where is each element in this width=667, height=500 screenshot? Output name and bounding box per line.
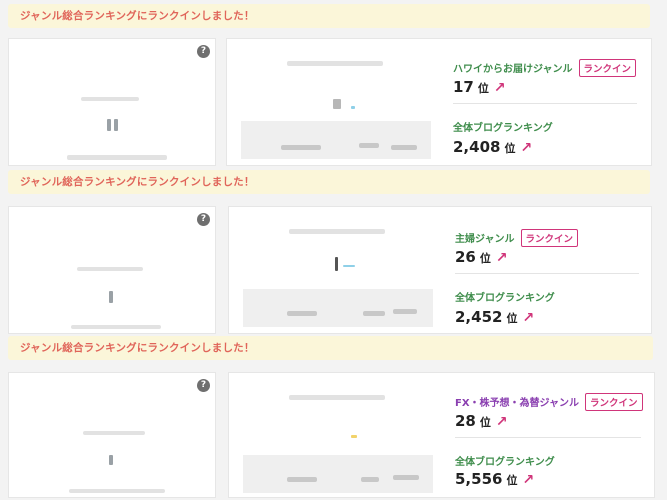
genre-row: 主婦ジャンル ランクイン xyxy=(455,227,579,247)
blurred-caption xyxy=(71,325,161,329)
blog-thumbnail-card[interactable]: ? xyxy=(8,372,216,498)
help-icon[interactable]: ? xyxy=(197,45,210,58)
rank-in-banner: ジャンル総合ランキングにランクインしました！ xyxy=(8,336,653,360)
graph-blob xyxy=(361,477,379,482)
overall-ranking-label[interactable]: 全体ブログランキング xyxy=(453,119,553,134)
rank-unit: 位 xyxy=(506,312,518,325)
ranking-card: 主婦ジャンル ランクイン 26 位 ↗ 全体ブログランキング 2,452 位 ↗ xyxy=(228,206,652,334)
graph-blob xyxy=(287,477,317,482)
blurred-figure xyxy=(107,289,119,305)
genre-row: ハワイからお届けジャンル ランクイン xyxy=(453,57,637,77)
banner-text: ジャンル総合ランキングにランクインしました！ xyxy=(20,10,255,22)
ranking-card: ハワイからお届けジャンル ランクイン 17 位 ↗ 全体ブログランキング 2,408 位… xyxy=(226,38,652,166)
blurred-graph-title xyxy=(287,61,383,66)
overall-rank: 5,556 位 ↗ xyxy=(455,469,534,488)
genre-rank: 28 位 ↗ xyxy=(455,411,508,430)
genre-rank-number: 26 xyxy=(455,248,476,266)
rank-in-banner: ジャンル総合ランキングにランクインしました！ xyxy=(8,170,650,194)
overall-rank: 2,452 位 ↗ xyxy=(455,307,534,326)
blurred-caption xyxy=(69,489,165,493)
genre-rank: 17 位 ↗ xyxy=(453,77,506,96)
ranking-info: ハワイからお届けジャンル ランクイン 17 位 ↗ 全体ブログランキング 2,408 位… xyxy=(453,39,645,165)
blurred-graph-title xyxy=(289,229,385,234)
ranking-graph[interactable] xyxy=(243,221,433,327)
banner-text: ジャンル総合ランキングにランクインしました！ xyxy=(20,342,255,354)
overall-ranking-label[interactable]: 全体ブログランキング xyxy=(455,289,555,304)
ranking-info: 主婦ジャンル ランクイン 26 位 ↗ 全体ブログランキング 2,452 位 ↗ xyxy=(455,207,645,333)
blurred-title xyxy=(83,431,145,435)
graph-marker xyxy=(333,99,341,109)
genre-name[interactable]: FX・株予想・為替ジャンル xyxy=(455,398,579,409)
graph-area xyxy=(243,289,433,327)
graph-point xyxy=(343,265,355,267)
genre-rank: 26 位 ↗ xyxy=(455,247,508,266)
rank-in-banner: ジャンル総合ランキングにランクインしました！ xyxy=(8,4,650,28)
genre-name[interactable]: 主婦ジャンル xyxy=(455,234,515,245)
rank-unit: 位 xyxy=(504,142,516,155)
blurred-title xyxy=(81,97,139,101)
help-icon[interactable]: ? xyxy=(197,379,210,392)
ranking-graph[interactable] xyxy=(243,387,433,493)
graph-point xyxy=(351,435,357,438)
graph-area xyxy=(243,455,433,493)
banner-text: ジャンル総合ランキングにランクインしました！ xyxy=(20,176,255,188)
graph-blob xyxy=(281,145,321,150)
genre-rank-number: 28 xyxy=(455,412,476,430)
arrow-up-right-icon: ↗ xyxy=(493,80,506,96)
genre-name[interactable]: ハワイからお届けジャンル xyxy=(453,64,573,75)
blog-thumbnail-card[interactable]: ? xyxy=(8,206,216,334)
blurred-caption xyxy=(67,155,167,160)
rank-unit: 位 xyxy=(506,474,518,487)
graph-blob xyxy=(393,475,419,480)
ranking-info: FX・株予想・為替ジャンル ランクイン 28 位 ↗ 全体ブログランキング 5,556… xyxy=(455,373,649,497)
arrow-up-right-icon: ↗ xyxy=(495,250,508,266)
graph-area xyxy=(241,121,431,159)
divider xyxy=(455,273,639,274)
rank-in-badge: ランクイン xyxy=(585,392,643,411)
blurred-figure xyxy=(107,117,119,133)
graph-blob xyxy=(363,311,385,316)
divider xyxy=(455,437,641,438)
rank-in-badge: ランクイン xyxy=(520,228,579,247)
graph-blob xyxy=(287,311,317,316)
graph-blob xyxy=(391,145,417,150)
graph-point xyxy=(351,106,355,109)
blurred-figure xyxy=(107,453,119,469)
blog-thumbnail-card[interactable]: ? xyxy=(8,38,216,166)
ranking-graph[interactable] xyxy=(241,53,431,159)
rank-unit: 位 xyxy=(477,82,489,95)
genre-rank-number: 17 xyxy=(453,78,474,96)
graph-blob xyxy=(393,309,417,314)
rank-unit: 位 xyxy=(479,252,491,265)
overall-rank: 2,408 位 ↗ xyxy=(453,137,532,156)
overall-rank-number: 2,408 xyxy=(453,138,501,156)
overall-rank-number: 5,556 xyxy=(455,470,503,488)
ranking-card: FX・株予想・為替ジャンル ランクイン 28 位 ↗ 全体ブログランキング 5,556… xyxy=(228,372,655,498)
arrow-up-right-icon: ↗ xyxy=(495,414,508,430)
genre-row: FX・株予想・為替ジャンル ランクイン xyxy=(455,391,643,411)
help-icon[interactable]: ? xyxy=(197,213,210,226)
graph-marker xyxy=(335,257,338,271)
divider xyxy=(453,103,637,104)
arrow-up-right-icon: ↗ xyxy=(520,140,533,156)
blurred-title xyxy=(77,267,143,271)
arrow-up-right-icon: ↗ xyxy=(522,310,535,326)
rank-unit: 位 xyxy=(479,416,491,429)
overall-ranking-label[interactable]: 全体ブログランキング xyxy=(455,453,555,468)
blurred-graph-title xyxy=(289,395,385,400)
overall-rank-number: 2,452 xyxy=(455,308,503,326)
rank-in-badge: ランクイン xyxy=(578,58,637,77)
arrow-up-right-icon: ↗ xyxy=(522,472,535,488)
graph-blob xyxy=(359,143,379,148)
